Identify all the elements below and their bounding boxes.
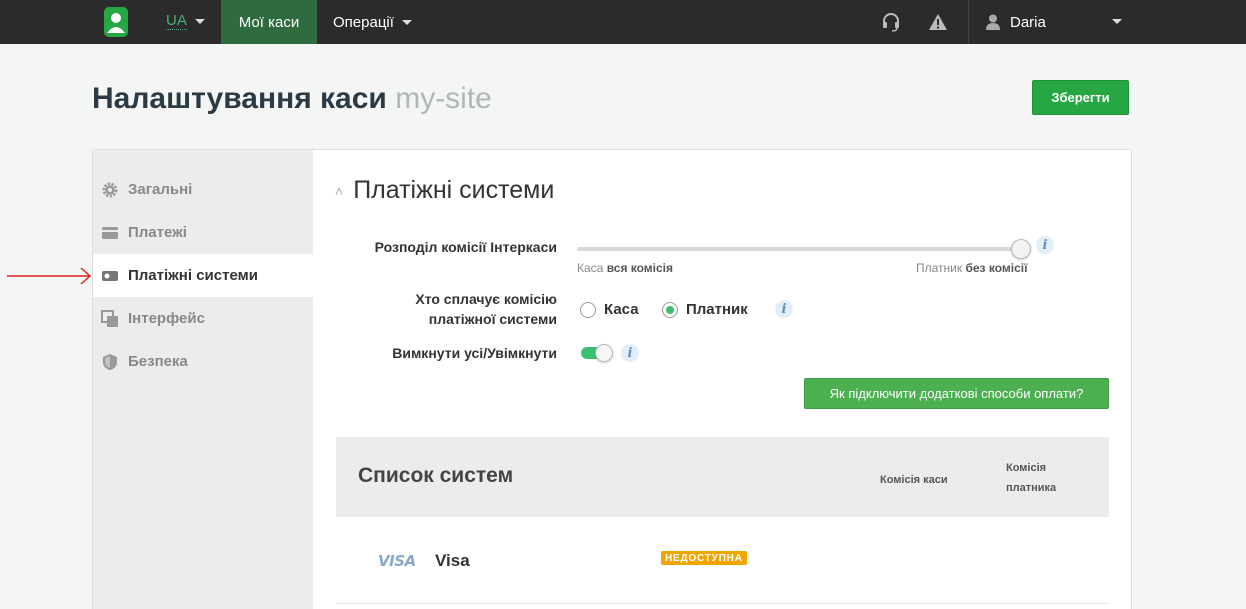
sidebar-item-label: Інтерфейс <box>128 310 205 327</box>
chevron-down-icon[interactable] <box>1112 19 1122 24</box>
headset-icon[interactable] <box>881 12 901 32</box>
logo-icon[interactable] <box>104 7 128 37</box>
nav-operations[interactable]: Операції <box>333 0 412 44</box>
slider-right-what: без комісії <box>965 261 1028 275</box>
system-name: Visa <box>435 551 470 570</box>
systems-list-header: Список систем Комісія каси Комісія платн… <box>336 437 1109 517</box>
language-selector[interactable]: UA <box>166 13 205 30</box>
toggle-thumb <box>595 344 613 362</box>
toggle-all-switch[interactable] <box>581 344 613 362</box>
settings-card: Загальні Платежі Платіжні системи Інтерф… <box>92 149 1132 609</box>
who-pays-label-line1: Хто сплачує комісію <box>415 291 557 307</box>
slider-left-what: вся комісія <box>606 261 674 275</box>
slider-right-who: Платник <box>916 261 963 275</box>
chevron-down-icon <box>401 19 412 25</box>
toggle-all-label: Вимкнути усі/Увімкнути <box>392 345 557 361</box>
chevron-up-icon[interactable]: ˄ <box>335 183 343 199</box>
who-pays-label: Хто сплачує комісію платіжної системи <box>337 289 557 329</box>
connect-more-methods-button[interactable]: Як підключити додаткові способи оплати? <box>804 378 1109 409</box>
radio-payer[interactable]: Платник <box>662 301 748 318</box>
language-label: UA <box>166 12 187 30</box>
settings-sidebar: Загальні Платежі Платіжні системи Інтерф… <box>93 150 313 609</box>
col-header-kasa-commission: Комісія каси <box>880 474 948 486</box>
user-name: Daria <box>1010 13 1046 31</box>
commission-split-label: Розподіл комісії Інтеркаси <box>374 239 557 255</box>
info-icon[interactable]: i <box>621 344 639 362</box>
sidebar-item-general[interactable]: Загальні <box>93 168 313 211</box>
who-pays-label-line2: платіжної системи <box>428 311 557 327</box>
nav-operations-label: Операції <box>333 13 394 31</box>
sidebar-item-label: Платежі <box>128 224 187 241</box>
payment-system-icon <box>102 270 118 281</box>
save-button[interactable]: Зберегти <box>1032 80 1129 115</box>
status-badge: НЕДОСТУПНА <box>661 551 747 565</box>
radio-circle[interactable] <box>580 301 596 318</box>
page-title: Налаштування каси my-site <box>92 82 492 116</box>
nav-my-cashboxes[interactable]: Мої каси <box>221 0 317 44</box>
systems-list-title: Список систем <box>358 464 514 487</box>
commission-slider-track[interactable] <box>577 247 1021 251</box>
section-title-text: Платіжні системи <box>353 176 555 204</box>
page-title-site: my-site <box>395 82 492 115</box>
payment-systems-panel: ˄ Платіжні системи Розподіл комісії Інте… <box>313 150 1131 609</box>
system-row-visa[interactable]: VISA Visa НЕДОСТУПНА <box>336 517 1109 604</box>
sidebar-item-security[interactable]: Безпека <box>93 340 313 383</box>
user-icon <box>986 14 1000 30</box>
sidebar-item-payment-systems[interactable]: Платіжні системи <box>93 254 313 297</box>
sidebar-item-label: Загальні <box>128 181 193 198</box>
warning-icon[interactable] <box>928 12 948 32</box>
radio-payer-label: Платник <box>686 301 748 318</box>
info-icon[interactable]: i <box>1036 236 1054 254</box>
user-menu[interactable]: Daria <box>986 0 1046 44</box>
sidebar-item-label: Платіжні системи <box>128 267 258 284</box>
page-title-main: Налаштування каси <box>92 82 387 115</box>
section-title[interactable]: ˄ Платіжні системи <box>335 176 554 205</box>
slider-left-who: Каса <box>577 261 604 275</box>
card-icon <box>102 226 118 239</box>
annotation-arrow-icon <box>7 267 92 285</box>
visa-logo: VISA <box>378 552 416 570</box>
commission-slider-handle[interactable] <box>1011 239 1031 259</box>
top-navbar: UA Мої каси Операції Daria <box>0 0 1246 44</box>
info-icon[interactable]: i <box>775 300 793 318</box>
sidebar-item-interface[interactable]: Інтерфейс <box>93 297 313 340</box>
col-header-payer-commission: Комісія платника <box>1006 458 1056 498</box>
slider-caption-right: Платник без комісії <box>916 261 1027 275</box>
slider-caption-left: Каса вся комісія <box>577 261 673 275</box>
chevron-down-icon <box>194 19 205 24</box>
sidebar-item-payments[interactable]: Платежі <box>93 211 313 254</box>
radio-kasa-label: Каса <box>604 301 639 318</box>
col-header-payer-line2: платника <box>1006 482 1057 494</box>
shield-icon <box>103 353 117 370</box>
interface-icon <box>101 309 118 327</box>
col-header-payer-line1: Комісія <box>1006 462 1047 474</box>
radio-kasa[interactable]: Каса <box>580 301 639 318</box>
navbar-divider <box>968 0 969 44</box>
radio-circle-selected[interactable] <box>662 301 678 318</box>
gear-icon <box>102 182 118 197</box>
sidebar-item-label: Безпека <box>128 353 188 370</box>
